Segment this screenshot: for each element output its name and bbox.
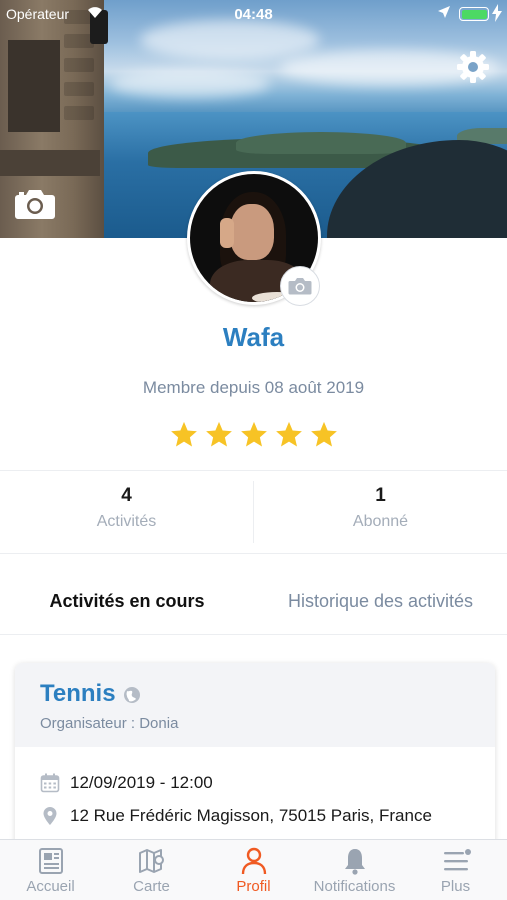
tabbar-label: Accueil bbox=[26, 878, 75, 895]
activity-card[interactable]: Tennis Organisateur : Donia 12/09/2019 -… bbox=[15, 663, 495, 863]
bell-icon bbox=[340, 846, 370, 876]
active-tab-indicator bbox=[0, 568, 507, 635]
star-icon bbox=[309, 420, 339, 450]
battery-icon bbox=[459, 7, 489, 21]
rating-stars bbox=[0, 420, 507, 455]
profile-name: Wafa bbox=[222, 322, 285, 352]
star-icon bbox=[274, 420, 304, 450]
activity-organizer: Organisateur : Donia bbox=[40, 715, 179, 732]
tabbar-item-plus[interactable]: Plus bbox=[405, 840, 506, 900]
activity-title: Tennis bbox=[40, 680, 116, 707]
tabbar-item-accueil[interactable]: Accueil bbox=[0, 840, 101, 900]
camera-icon[interactable] bbox=[14, 188, 56, 220]
map-icon bbox=[137, 846, 167, 876]
profile-stats: 4 Activités 1 Abonné bbox=[0, 470, 507, 554]
clock: 04:48 bbox=[234, 6, 273, 23]
stat-label: Abonné bbox=[352, 513, 409, 530]
map-pin-icon bbox=[40, 806, 60, 826]
star-icon bbox=[239, 420, 269, 450]
bottom-tab-bar: Accueil Carte Profil Notifications Plus bbox=[0, 839, 507, 900]
person-icon bbox=[239, 846, 269, 876]
location-arrow-icon bbox=[437, 5, 451, 22]
activity-address-row: 12 Rue Frédéric Magisson, 75015 Paris, F… bbox=[40, 806, 432, 826]
activity-datetime: 12/09/2019 - 12:00 bbox=[70, 773, 213, 792]
activity-datetime-row: 12/09/2019 - 12:00 bbox=[40, 773, 213, 793]
tabbar-label: Profil bbox=[236, 878, 271, 895]
stat-activities[interactable]: 4 Activités bbox=[0, 471, 253, 555]
stat-value: 4 bbox=[121, 485, 132, 506]
charging-icon bbox=[492, 4, 502, 25]
stat-followers[interactable]: 1 Abonné bbox=[254, 471, 507, 555]
calendar-icon bbox=[40, 773, 60, 793]
tabbar-item-carte[interactable]: Carte bbox=[101, 840, 202, 900]
tabbar-label: Carte bbox=[133, 878, 170, 895]
avatar-camera-icon[interactable] bbox=[280, 266, 320, 306]
tabbar-label: Notifications bbox=[313, 878, 396, 895]
stat-value: 1 bbox=[375, 485, 386, 506]
menu-icon bbox=[441, 846, 471, 876]
tabbar-item-notifications[interactable]: Notifications bbox=[304, 840, 405, 900]
status-bar: Opérateur 04:48 bbox=[0, 0, 507, 28]
activity-card-header: Tennis Organisateur : Donia bbox=[15, 663, 495, 747]
newspaper-icon bbox=[36, 846, 66, 876]
gear-icon[interactable] bbox=[455, 49, 491, 85]
profile-screen: Opérateur 04:48 Wafa Membre depuis 08 ao… bbox=[0, 0, 507, 900]
tabbar-label: Plus bbox=[440, 878, 471, 895]
tabbar-item-profil[interactable]: Profil bbox=[203, 840, 304, 900]
activity-address: 12 Rue Frédéric Magisson, 75015 Paris, F… bbox=[70, 806, 432, 825]
stat-label: Activités bbox=[96, 513, 157, 530]
star-icon bbox=[204, 420, 234, 450]
globe-icon bbox=[123, 686, 141, 704]
star-icon bbox=[169, 420, 199, 450]
member-since: Membre depuis 08 août 2019 bbox=[142, 378, 365, 397]
